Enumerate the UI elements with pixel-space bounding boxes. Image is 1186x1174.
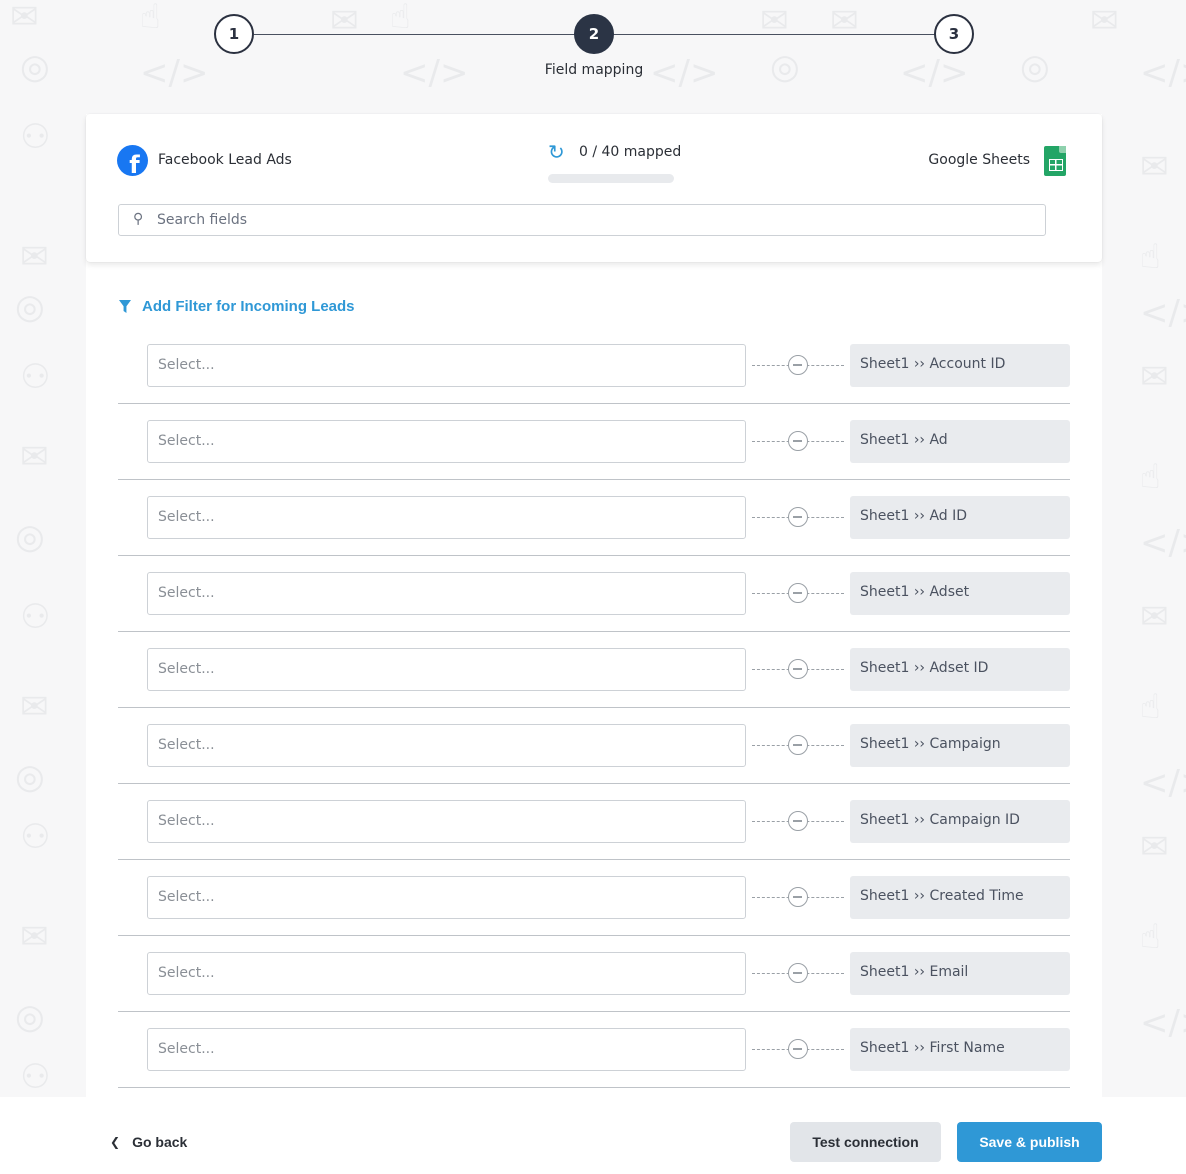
save-publish-button[interactable]: Save & publish [957,1122,1102,1162]
mapping-rows: Select... Sheet1 ›› Account ID Select... Sh… [118,344,1070,1104]
source-app-name: Facebook Lead Ads [158,152,292,168]
step-3[interactable]: 3 [934,14,974,54]
mapping-row: Select... Sheet1 ›› First Name [118,1028,1070,1088]
remove-mapping-icon[interactable] [788,431,808,451]
source-field-select[interactable]: Select... [147,496,746,539]
mapping-row: Select... Sheet1 ›› Email [118,952,1070,1012]
remove-mapping-icon[interactable] [788,887,808,907]
mapping-header: f Facebook Lead Ads ↻ 0 / 40 mapped Goog… [86,114,1102,262]
remove-mapping-icon[interactable] [788,355,808,375]
target-field: Sheet1 ›› Email [850,952,1070,995]
source-field-select[interactable]: Select... [147,1028,746,1071]
add-filter-label: Add Filter for Incoming Leads [142,298,355,315]
refresh-icon[interactable]: ↻ [548,140,565,164]
target-field: Sheet1 ›› First Name [850,1028,1070,1071]
destination-app-name: Google Sheets [928,152,1030,168]
mapping-row: Select... Sheet1 ›› Created Time [118,876,1070,936]
source-field-select[interactable]: Select... [147,876,746,919]
remove-mapping-icon[interactable] [788,507,808,527]
mapped-count: 0 / 40 mapped [579,144,682,160]
mapping-row: Select... Sheet1 ›› Ad [118,420,1070,480]
target-field: Sheet1 ›› Created Time [850,876,1070,919]
test-connection-button[interactable]: Test connection [790,1122,941,1162]
mapping-row: Select... Sheet1 ›› Campaign [118,724,1070,784]
remove-mapping-icon[interactable] [788,1039,808,1059]
remove-mapping-icon[interactable] [788,659,808,679]
mapping-row: Select... Sheet1 ›› Adset [118,572,1070,632]
mapping-progress-bar [548,174,674,183]
step-line [612,34,936,35]
remove-mapping-icon[interactable] [788,583,808,603]
mapping-row: Select... Sheet1 ›› Ad ID [118,496,1070,556]
mapping-row: Select... Sheet1 ›› Account ID [118,344,1070,404]
target-field: Sheet1 ›› Campaign [850,724,1070,767]
mapping-row: Select... Sheet1 ›› Campaign ID [118,800,1070,860]
target-field: Sheet1 ›› Ad ID [850,496,1070,539]
remove-mapping-icon[interactable] [788,811,808,831]
target-field: Sheet1 ›› Campaign ID [850,800,1070,843]
field-mapping-panel: f Facebook Lead Ads ↻ 0 / 40 mapped Goog… [86,114,1102,1174]
target-field: Sheet1 ›› Account ID [850,344,1070,387]
remove-mapping-icon[interactable] [788,963,808,983]
search-field: ⚲ [118,204,1046,236]
source-field-select[interactable]: Select... [147,952,746,995]
step-2[interactable]: 2 [574,14,614,54]
go-back-button[interactable]: ❮ Go back [110,1134,187,1150]
facebook-logo-icon: f [117,145,148,176]
google-sheets-logo-icon [1044,146,1066,176]
source-field-select[interactable]: Select... [147,724,746,767]
chevron-left-icon: ❮ [110,1135,121,1149]
go-back-label: Go back [132,1134,188,1150]
add-filter-link[interactable]: Add Filter for Incoming Leads [119,298,355,315]
source-field-select[interactable]: Select... [147,572,746,615]
funnel-icon [119,300,131,313]
target-field: Sheet1 ›› Ad [850,420,1070,463]
search-icon: ⚲ [133,211,144,227]
source-field-select[interactable]: Select... [147,648,746,691]
target-field: Sheet1 ›› Adset ID [850,648,1070,691]
footer-bar: ❮ Go back Test connection Save & publish [0,1097,1186,1174]
source-field-select[interactable]: Select... [147,420,746,463]
step-2-label: Field mapping [544,62,644,78]
step-line [254,34,576,35]
step-1[interactable]: 1 [214,14,254,54]
stepper: 1 2 3 Field mapping [0,0,1186,100]
source-field-select[interactable]: Select... [147,344,746,387]
source-field-select[interactable]: Select... [147,800,746,843]
search-input[interactable] [157,205,1037,235]
remove-mapping-icon[interactable] [788,735,808,755]
mapping-row: Select... Sheet1 ›› Adset ID [118,648,1070,708]
target-field: Sheet1 ›› Adset [850,572,1070,615]
